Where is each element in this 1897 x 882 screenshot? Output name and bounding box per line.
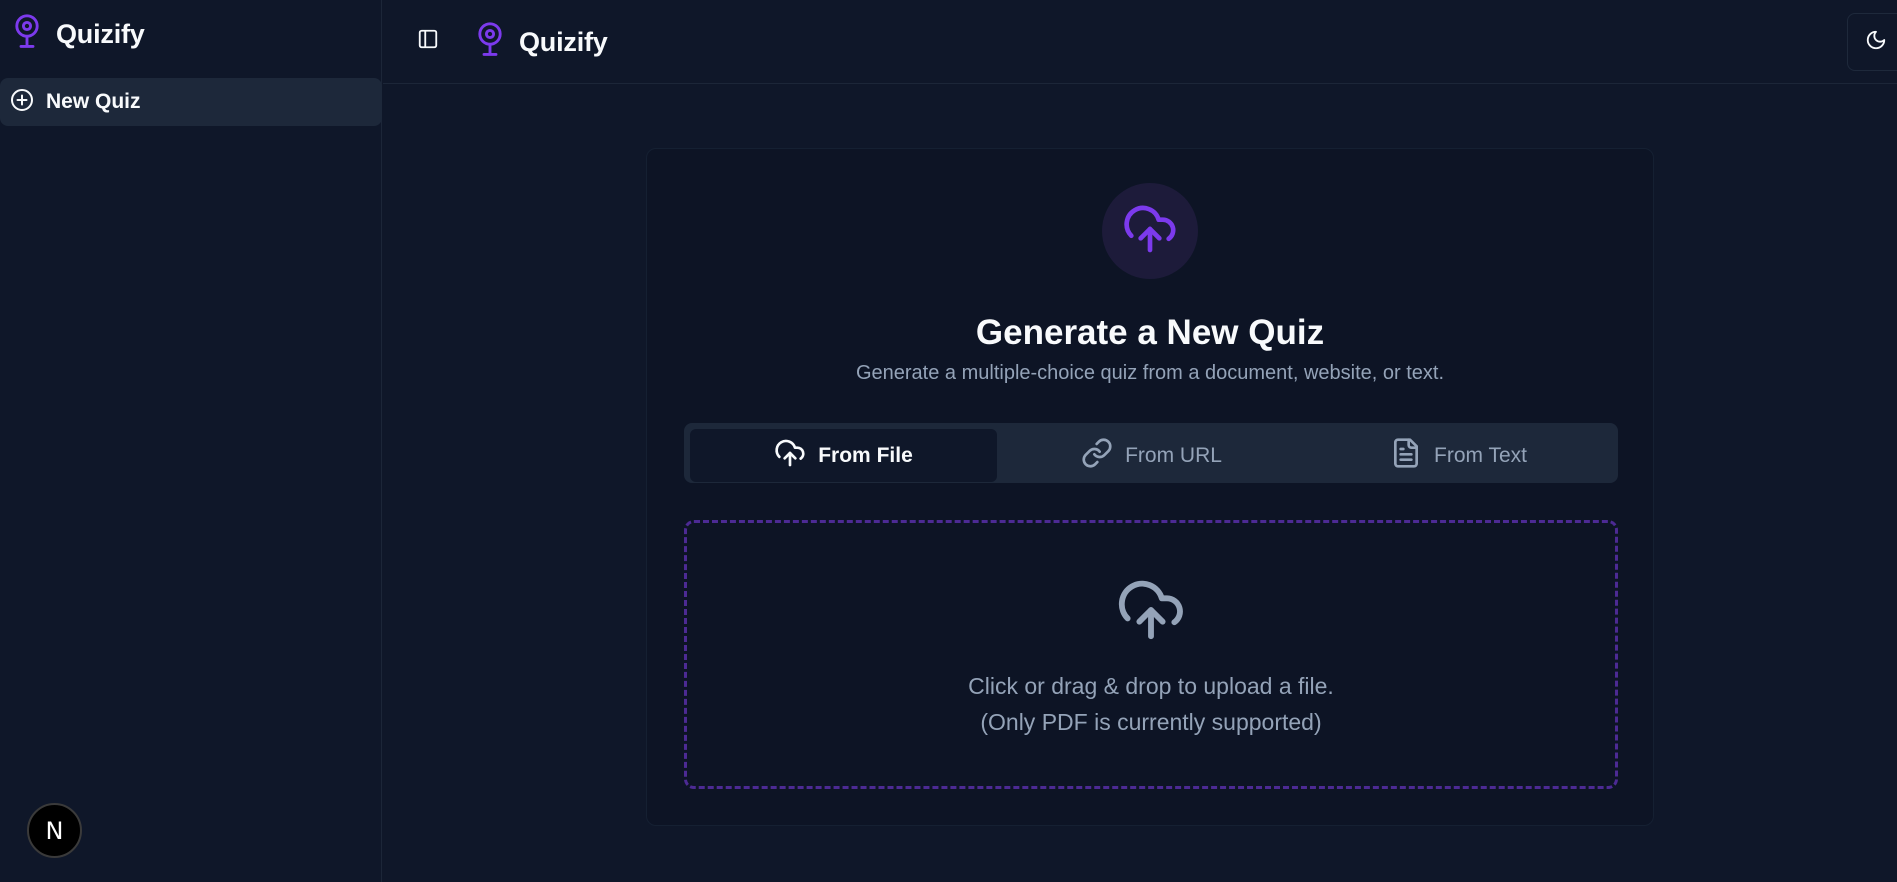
moon-icon [1865, 29, 1887, 56]
tab-from-file[interactable]: From File [690, 429, 997, 482]
sidebar-toggle-button[interactable] [413, 26, 443, 56]
header-brand[interactable]: Quizify [475, 21, 608, 63]
quiz-logo-icon [475, 21, 505, 63]
sidebar-toggle-icon [417, 28, 439, 55]
cloud-upload-icon [774, 437, 806, 475]
next-dev-badge[interactable]: N [27, 803, 82, 858]
dropzone-note: (Only PDF is currently supported) [980, 709, 1322, 735]
tab-label: From Text [1434, 443, 1527, 467]
plus-circle-icon [10, 88, 34, 117]
hero-upload-badge [1102, 183, 1198, 279]
sidebar-brand[interactable]: Quizify [12, 13, 145, 55]
quiz-logo-icon [12, 13, 42, 55]
sidebar-item-label: New Quiz [46, 90, 141, 113]
generate-quiz-card: Generate a New Quiz Generate a multiple-… [646, 148, 1654, 826]
file-dropzone[interactable]: Click or drag & drop to upload a file. (… [684, 520, 1618, 789]
top-header: Quizify [383, 0, 1897, 84]
cloud-upload-icon [1122, 201, 1178, 262]
sidebar-item-new-quiz[interactable]: New Quiz [0, 78, 382, 126]
tab-label: From URL [1125, 443, 1222, 467]
page-title: Generate a New Quiz [975, 313, 1325, 352]
theme-toggle-button[interactable] [1847, 13, 1897, 71]
sidebar: Quizify New Quiz N [0, 0, 382, 882]
link-icon [1081, 437, 1113, 475]
header-brand-text: Quizify [519, 26, 608, 57]
cloud-upload-icon [1116, 575, 1186, 645]
source-tabs: From File From URL From Text [684, 423, 1618, 483]
file-text-icon [1390, 437, 1422, 475]
sidebar-brand-text: Quizify [56, 18, 145, 49]
tab-from-url[interactable]: From URL [998, 429, 1305, 482]
tab-from-text[interactable]: From Text [1305, 429, 1612, 482]
tab-label: From File [818, 443, 913, 467]
page-subtitle: Generate a multiple-choice quiz from a d… [855, 362, 1445, 384]
dropzone-instruction: Click or drag & drop to upload a file. [968, 673, 1334, 699]
app-root: Quizify New Quiz N Quizify Generate a Ne… [0, 0, 1897, 882]
